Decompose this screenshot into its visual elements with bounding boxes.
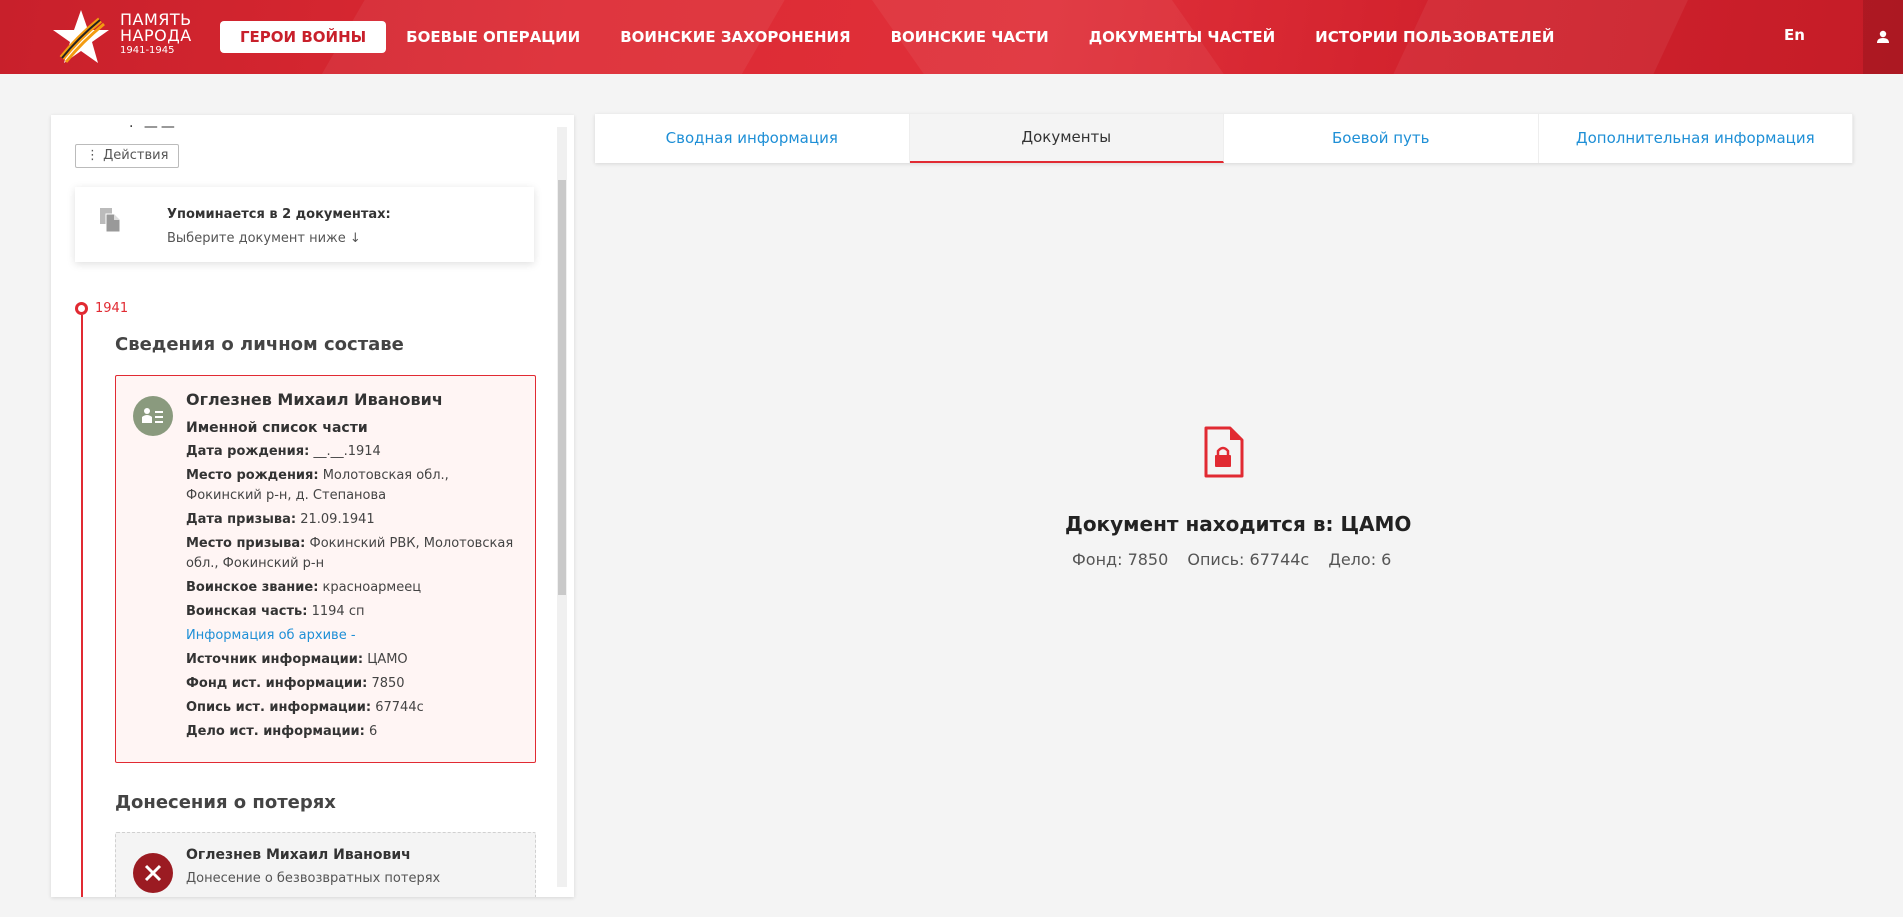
field-birth-date: Дата рождения: __.__.1914 <box>186 442 526 462</box>
field-value: ЦАМО <box>367 652 408 667</box>
nav-operations[interactable]: БОЕВЫЕ ОПЕРАЦИИ <box>386 21 600 53</box>
field-value: __.__.1914 <box>313 444 381 459</box>
nav-burials[interactable]: ВОИНСКИЕ ЗАХОРОНЕНИЯ <box>600 21 870 53</box>
user-button[interactable] <box>1863 0 1903 74</box>
field-value: 6 <box>369 724 378 739</box>
tab-summary[interactable]: Сводная информация <box>595 114 910 163</box>
timeline-dot <box>75 302 88 315</box>
actions-button[interactable]: ⋮ Действия <box>75 144 180 168</box>
field-label: Дата рождения: <box>186 444 310 459</box>
field-draft-date: Дата призыва: 21.09.1941 <box>186 510 526 530</box>
record-type: Именной список части <box>186 420 368 436</box>
field-label: Дата призыва: <box>186 512 297 527</box>
field-label: Опись ист. информации: <box>186 700 372 715</box>
document-delo: Дело: 6 <box>1328 550 1392 569</box>
document-opis: Опись: 67744с <box>1187 550 1310 569</box>
tab-additional-info[interactable]: Дополнительная информация <box>1539 114 1853 163</box>
field-label: Воинская часть: <box>186 604 308 619</box>
loss-avatar <box>133 853 173 893</box>
site-header: ПАМЯТЬ НАРОДА 1941-1945 ГЕРОИ ВОЙНЫ БОЕВ… <box>0 0 1903 74</box>
field-label: Фонд ист. информации: <box>186 676 368 691</box>
info-tabs: Сводная информация Документы Боевой путь… <box>595 114 1853 163</box>
record-avatar <box>133 396 173 436</box>
field-delo: Дело ист. информации: 6 <box>186 722 526 742</box>
record-name: Оглезнев Михаил Иванович <box>186 390 443 409</box>
field-label: Источник информации: <box>186 652 364 667</box>
cut-off-text: · —— <box>129 119 178 135</box>
documents-icon <box>100 208 121 233</box>
nav-heroes[interactable]: ГЕРОИ ВОЙНЫ <box>220 21 387 53</box>
mentions-card: Упоминается в 2 документах: Выберите док… <box>75 187 534 262</box>
hero-info-panel: · —— ⋮ Действия Упоминается в 2 документ… <box>51 115 574 897</box>
user-icon <box>1877 30 1889 43</box>
loss-record-card[interactable]: Оглезнев Михаил Иванович Донесение о без… <box>115 832 536 897</box>
document-references: Фонд: 7850 Опись: 67744с Дело: 6 <box>1065 550 1391 569</box>
field-label: Дело ист. информации: <box>186 724 365 739</box>
field-value: 21.09.1941 <box>300 512 375 527</box>
star-logo-icon <box>53 10 109 63</box>
section-losses-title: Донесения о потерях <box>115 792 336 813</box>
tab-documents[interactable]: Документы <box>909 114 1224 163</box>
nav-units[interactable]: ВОИНСКИЕ ЧАСТИ <box>871 21 1069 53</box>
logo-text: ПАМЯТЬ НАРОДА 1941-1945 <box>120 12 192 58</box>
field-label: Место призыва: <box>186 536 306 551</box>
main-nav: ГЕРОИ ВОЙНЫ БОЕВЫЕ ОПЕРАЦИИ ВОИНСКИЕ ЗАХ… <box>220 21 1574 53</box>
field-label: Место рождения: <box>186 468 319 483</box>
logo-years: 1941-1945 <box>120 45 175 56</box>
field-source: Источник информации: ЦАМО <box>186 650 526 670</box>
cross-icon <box>144 864 162 882</box>
document-location: Документ находится в: ЦАМО <box>1065 512 1412 536</box>
field-value: 7850 <box>371 676 405 691</box>
logo-line2: НАРОДА <box>120 26 192 45</box>
mentions-hint: Выберите документ ниже ↓ <box>167 231 361 246</box>
field-rank: Воинское звание: красноармеец <box>186 578 526 598</box>
field-unit: Воинская часть: 1194 сп <box>186 602 526 622</box>
scrollbar-thumb[interactable] <box>558 180 566 595</box>
locked-document-icon <box>1204 426 1244 478</box>
timeline-line <box>81 315 83 897</box>
nav-unit-documents[interactable]: ДОКУМЕНТЫ ЧАСТЕЙ <box>1069 21 1295 53</box>
nav-user-stories[interactable]: ИСТОРИИ ПОЛЬЗОВАТЕЛЕЙ <box>1295 21 1574 53</box>
archive-info-link[interactable]: Информация об архиве - <box>186 628 356 643</box>
field-label: Воинское звание: <box>186 580 319 595</box>
id-card-icon <box>142 408 163 423</box>
document-fond: Фонд: 7850 <box>1072 550 1169 569</box>
field-value: 67744с <box>375 700 424 715</box>
field-birth-place: Место рождения: Молотовская обл., Фокинс… <box>186 466 526 506</box>
timeline-year: 1941 <box>95 301 129 316</box>
tab-combat-path[interactable]: Боевой путь <box>1224 114 1539 163</box>
personnel-record-card[interactable]: Оглезнев Михаил Иванович Именной список … <box>115 375 536 763</box>
field-fond: Фонд ист. информации: 7850 <box>186 674 526 694</box>
section-personnel-title: Сведения о личном составе <box>115 334 404 355</box>
mentions-title: Упоминается в 2 документах: <box>167 207 391 222</box>
field-value: 1194 сп <box>311 604 365 619</box>
loss-type: Донесение о безвозвратных потерях <box>186 871 441 886</box>
field-value: красноармеец <box>322 580 422 595</box>
site-logo[interactable]: ПАМЯТЬ НАРОДА 1941-1945 <box>50 8 210 66</box>
language-switch[interactable]: En <box>1784 26 1805 44</box>
loss-name: Оглезнев Михаил Иванович <box>186 847 411 863</box>
field-draft-place: Место призыва: Фокинский РВК, Молотовска… <box>186 534 526 574</box>
field-opis: Опись ист. информации: 67744с <box>186 698 526 718</box>
